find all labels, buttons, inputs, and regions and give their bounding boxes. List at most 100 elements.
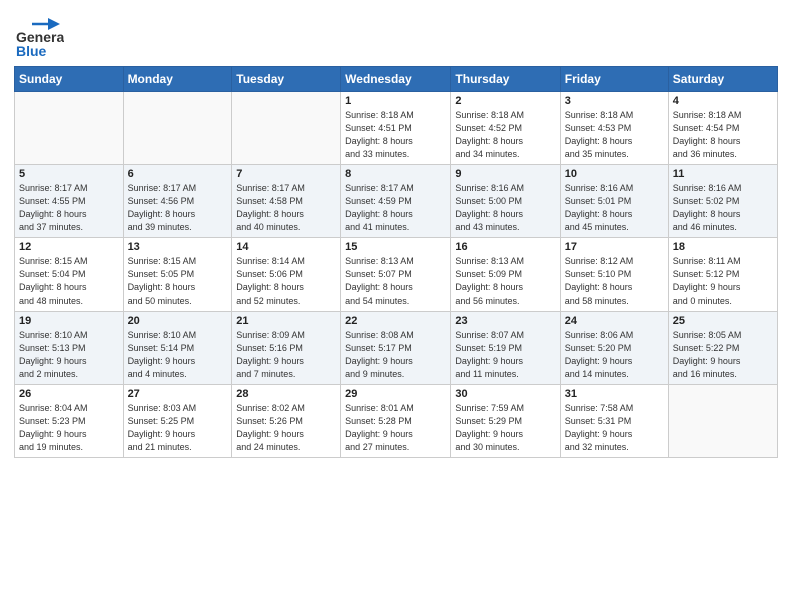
header-tuesday: Tuesday	[232, 67, 341, 92]
day-info: Sunrise: 8:18 AM Sunset: 4:54 PM Dayligh…	[673, 109, 773, 161]
cell-week1-day5: 3 Sunrise: 8:18 AM Sunset: 4:53 PM Daylig…	[560, 92, 668, 165]
week-row-4: 19Sunrise: 8:10 AM Sunset: 5:13 PM Dayli…	[15, 311, 778, 384]
day-number: 31	[565, 388, 664, 400]
day-number: 16	[455, 241, 555, 253]
cell-week2-day4: 9 Sunrise: 8:16 AM Sunset: 5:00 PM Daylig…	[451, 165, 560, 238]
header-friday: Friday	[560, 67, 668, 92]
cell-week2-day2: 7 Sunrise: 8:17 AM Sunset: 4:58 PM Daylig…	[232, 165, 341, 238]
day-info: Sunrise: 8:13 AM Sunset: 5:07 PM Dayligh…	[345, 255, 446, 307]
day-number: 24	[565, 315, 664, 327]
day-number: 5	[19, 168, 119, 180]
cell-week3-day2: 14 Sunrise: 8:14 AM Sunset: 5:06 PM Dayli…	[232, 238, 341, 311]
cell-week5-day4: 30 Sunrise: 7:59 AM Sunset: 5:29 PM Dayli…	[451, 384, 560, 457]
cell-week2-day3: 8Sunrise: 8:17 AM Sunset: 4:59 PM Daylig…	[341, 165, 451, 238]
header-monday: Monday	[123, 67, 232, 92]
cell-week3-day5: 17Sunrise: 8:12 AM Sunset: 5:10 PM Dayli…	[560, 238, 668, 311]
header-saturday: Saturday	[668, 67, 777, 92]
cell-week4-day5: 24 Sunrise: 8:06 AM Sunset: 5:20 PM Dayli…	[560, 311, 668, 384]
day-info: Sunrise: 8:12 AM Sunset: 5:10 PM Dayligh…	[565, 255, 664, 307]
day-info: Sunrise: 8:04 AM Sunset: 5:23 PM Dayligh…	[19, 402, 119, 454]
day-info: Sunrise: 8:17 AM Sunset: 4:55 PM Dayligh…	[19, 182, 119, 234]
cell-week3-day1: 13 Sunrise: 8:15 AM Sunset: 5:05 PM Dayli…	[123, 238, 232, 311]
header-thursday: Thursday	[451, 67, 560, 92]
cell-week4-day4: 23 Sunrise: 8:07 AM Sunset: 5:19 PM Dayli…	[451, 311, 560, 384]
header: GeneralBlue	[14, 10, 778, 58]
cell-week4-day1: 20Sunrise: 8:10 AM Sunset: 5:14 PM Dayli…	[123, 311, 232, 384]
day-info: Sunrise: 8:11 AM Sunset: 5:12 PM Dayligh…	[673, 255, 773, 307]
day-info: Sunrise: 8:17 AM Sunset: 4:59 PM Dayligh…	[345, 182, 446, 234]
day-info: Sunrise: 8:18 AM Sunset: 4:53 PM Dayligh…	[565, 109, 664, 161]
day-info: Sunrise: 7:59 AM Sunset: 5:29 PM Dayligh…	[455, 402, 555, 454]
cell-week3-day6: 18 Sunrise: 8:11 AM Sunset: 5:12 PM Dayli…	[668, 238, 777, 311]
day-number: 12	[19, 241, 119, 253]
page: GeneralBlue SundayMondayTuesdayWednesday…	[0, 0, 792, 612]
day-number: 9	[455, 168, 555, 180]
day-number: 10	[565, 168, 664, 180]
day-info: Sunrise: 7:58 AM Sunset: 5:31 PM Dayligh…	[565, 402, 664, 454]
day-number: 30	[455, 388, 555, 400]
day-info: Sunrise: 8:18 AM Sunset: 4:52 PM Dayligh…	[455, 109, 555, 161]
day-info: Sunrise: 8:16 AM Sunset: 5:02 PM Dayligh…	[673, 182, 773, 234]
cell-week1-day6: 4 Sunrise: 8:18 AM Sunset: 4:54 PM Daylig…	[668, 92, 777, 165]
day-number: 25	[673, 315, 773, 327]
cell-week1-day1	[123, 92, 232, 165]
day-info: Sunrise: 8:09 AM Sunset: 5:16 PM Dayligh…	[236, 329, 336, 381]
day-info: Sunrise: 8:08 AM Sunset: 5:17 PM Dayligh…	[345, 329, 446, 381]
cell-week2-day5: 10Sunrise: 8:16 AM Sunset: 5:01 PM Dayli…	[560, 165, 668, 238]
day-info: Sunrise: 8:05 AM Sunset: 5:22 PM Dayligh…	[673, 329, 773, 381]
day-info: Sunrise: 8:14 AM Sunset: 5:06 PM Dayligh…	[236, 255, 336, 307]
day-info: Sunrise: 8:15 AM Sunset: 5:04 PM Dayligh…	[19, 255, 119, 307]
logo-svg: GeneralBlue	[14, 14, 64, 58]
day-number: 20	[128, 315, 228, 327]
day-number: 21	[236, 315, 336, 327]
day-number: 13	[128, 241, 228, 253]
day-info: Sunrise: 8:16 AM Sunset: 5:00 PM Dayligh…	[455, 182, 555, 234]
day-info: Sunrise: 8:06 AM Sunset: 5:20 PM Dayligh…	[565, 329, 664, 381]
day-number: 23	[455, 315, 555, 327]
day-info: Sunrise: 8:07 AM Sunset: 5:19 PM Dayligh…	[455, 329, 555, 381]
day-info: Sunrise: 8:17 AM Sunset: 4:58 PM Dayligh…	[236, 182, 336, 234]
cell-week2-day1: 6 Sunrise: 8:17 AM Sunset: 4:56 PM Daylig…	[123, 165, 232, 238]
cell-week5-day6	[668, 384, 777, 457]
cell-week4-day6: 25 Sunrise: 8:05 AM Sunset: 5:22 PM Dayli…	[668, 311, 777, 384]
cell-week1-day4: 2Sunrise: 8:18 AM Sunset: 4:52 PM Daylig…	[451, 92, 560, 165]
week-row-2: 5 Sunrise: 8:17 AM Sunset: 4:55 PM Daylig…	[15, 165, 778, 238]
day-number: 15	[345, 241, 446, 253]
week-row-3: 12 Sunrise: 8:15 AM Sunset: 5:04 PM Dayli…	[15, 238, 778, 311]
day-number: 26	[19, 388, 119, 400]
week-row-5: 26 Sunrise: 8:04 AM Sunset: 5:23 PM Dayli…	[15, 384, 778, 457]
day-info: Sunrise: 8:17 AM Sunset: 4:56 PM Dayligh…	[128, 182, 228, 234]
cell-week1-day2	[232, 92, 341, 165]
day-number: 14	[236, 241, 336, 253]
day-info: Sunrise: 8:01 AM Sunset: 5:28 PM Dayligh…	[345, 402, 446, 454]
cell-week4-day3: 22 Sunrise: 8:08 AM Sunset: 5:17 PM Dayli…	[341, 311, 451, 384]
day-number: 1	[345, 95, 446, 107]
day-number: 29	[345, 388, 446, 400]
day-info: Sunrise: 8:02 AM Sunset: 5:26 PM Dayligh…	[236, 402, 336, 454]
day-number: 4	[673, 95, 773, 107]
cell-week4-day2: 21 Sunrise: 8:09 AM Sunset: 5:16 PM Dayli…	[232, 311, 341, 384]
day-number: 3	[565, 95, 664, 107]
cell-week5-day0: 26 Sunrise: 8:04 AM Sunset: 5:23 PM Dayli…	[15, 384, 124, 457]
day-number: 18	[673, 241, 773, 253]
calendar-header-row: SundayMondayTuesdayWednesdayThursdayFrid…	[15, 67, 778, 92]
day-number: 28	[236, 388, 336, 400]
cell-week5-day5: 31 Sunrise: 7:58 AM Sunset: 5:31 PM Dayli…	[560, 384, 668, 457]
header-wednesday: Wednesday	[341, 67, 451, 92]
calendar-table: SundayMondayTuesdayWednesdayThursdayFrid…	[14, 66, 778, 458]
day-number: 6	[128, 168, 228, 180]
cell-week1-day0	[15, 92, 124, 165]
cell-week5-day2: 28 Sunrise: 8:02 AM Sunset: 5:26 PM Dayli…	[232, 384, 341, 457]
logo: GeneralBlue	[14, 14, 64, 58]
cell-week2-day6: 11 Sunrise: 8:16 AM Sunset: 5:02 PM Dayli…	[668, 165, 777, 238]
day-number: 7	[236, 168, 336, 180]
cell-week4-day0: 19Sunrise: 8:10 AM Sunset: 5:13 PM Dayli…	[15, 311, 124, 384]
cell-week1-day3: 1Sunrise: 8:18 AM Sunset: 4:51 PM Daylig…	[341, 92, 451, 165]
day-info: Sunrise: 8:15 AM Sunset: 5:05 PM Dayligh…	[128, 255, 228, 307]
day-number: 22	[345, 315, 446, 327]
day-number: 19	[19, 315, 119, 327]
header-sunday: Sunday	[15, 67, 124, 92]
svg-text:Blue: Blue	[16, 43, 47, 58]
day-number: 11	[673, 168, 773, 180]
cell-week5-day1: 27Sunrise: 8:03 AM Sunset: 5:25 PM Dayli…	[123, 384, 232, 457]
